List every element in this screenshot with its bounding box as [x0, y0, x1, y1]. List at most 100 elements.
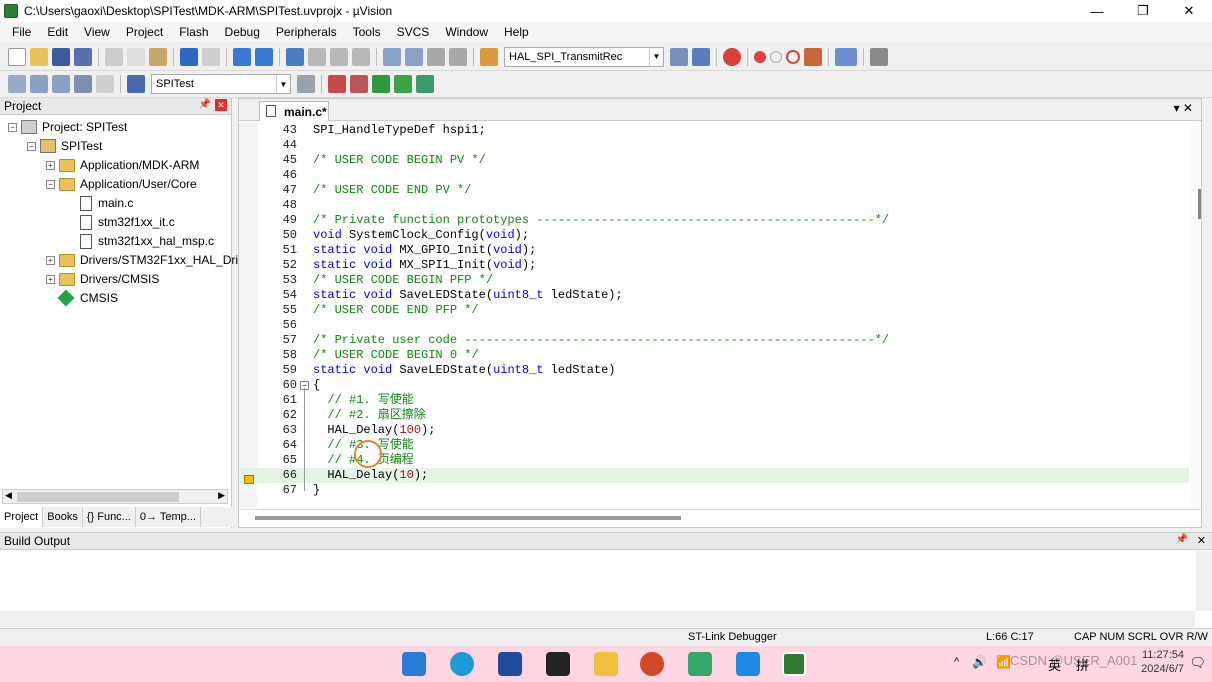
minimize-button[interactable]: —: [1074, 0, 1120, 22]
pack-installer-icon[interactable]: [372, 75, 390, 93]
tab-templates[interactable]: 0→ Temp...: [136, 507, 201, 527]
tree-file-it-c[interactable]: stm32f1xx_it.c: [80, 213, 175, 231]
menu-peripherals[interactable]: Peripherals: [268, 25, 345, 39]
open-file-icon[interactable]: [30, 47, 48, 66]
scroll-left-icon[interactable]: ◀: [5, 490, 12, 501]
maximize-button[interactable]: ❐: [1120, 0, 1166, 22]
powerpoint-icon[interactable]: [640, 652, 664, 676]
tree-toggle[interactable]: +: [46, 255, 55, 265]
save-all-icon[interactable]: [74, 47, 92, 66]
system-clock[interactable]: 11:27:54 2024/6/7: [1141, 648, 1184, 676]
build-horizontal-scrollbar[interactable]: [0, 611, 1195, 627]
scroll-thumb[interactable]: [17, 492, 179, 502]
build-output-text[interactable]: [4, 553, 1192, 609]
run-time-environment-icon[interactable]: [416, 75, 434, 93]
edge-browser-icon[interactable]: [450, 652, 474, 676]
menu-help[interactable]: Help: [496, 25, 537, 39]
tree-toggle[interactable]: −: [8, 122, 17, 132]
close-button[interactable]: ✕: [1166, 0, 1212, 22]
config-icon[interactable]: [804, 47, 822, 66]
unindent-icon[interactable]: [405, 47, 423, 66]
close-icon[interactable]: ✕: [215, 99, 227, 111]
tree-toggle[interactable]: −: [46, 179, 55, 189]
bookmark-icon[interactable]: [286, 47, 304, 66]
file-explorer-icon[interactable]: [594, 652, 618, 676]
project-horizontal-scrollbar[interactable]: ◀ ▶: [2, 489, 228, 504]
speaker-icon[interactable]: 🔊: [972, 655, 987, 669]
tree-cmsis-component[interactable]: CMSIS: [57, 289, 118, 307]
scroll-thumb[interactable]: [255, 516, 681, 520]
paste-icon[interactable]: [149, 47, 167, 66]
tree-group-user-core[interactable]: − Application/User/Core: [46, 175, 197, 193]
wifi-icon[interactable]: 📶: [996, 655, 1011, 669]
save-icon[interactable]: [52, 47, 70, 66]
find-icon[interactable]: [670, 47, 688, 66]
tree-file-main-c[interactable]: main.c: [80, 194, 133, 212]
menu-svcs[interactable]: SVCS: [389, 25, 438, 39]
tab-books[interactable]: Books: [43, 507, 83, 527]
editor-vertical-scrollbar[interactable]: [1191, 123, 1201, 513]
redo-icon[interactable]: [202, 47, 220, 66]
navigate-forward-icon[interactable]: [255, 47, 273, 66]
camera-app-icon[interactable]: [546, 652, 570, 676]
pin-icon[interactable]: 📌: [199, 99, 211, 110]
menu-window[interactable]: Window: [437, 25, 496, 39]
menu-edit[interactable]: Edit: [39, 25, 76, 39]
tray-chevron-up-icon[interactable]: ^: [954, 656, 959, 668]
download-icon[interactable]: [127, 75, 145, 93]
chevron-down-icon[interactable]: ▼: [276, 75, 290, 93]
target-combo[interactable]: SPITest ▼: [151, 74, 291, 94]
translate-icon[interactable]: [8, 75, 26, 93]
tree-toggle[interactable]: −: [27, 141, 36, 151]
screen-recorder-icon[interactable]: [736, 652, 760, 676]
clear-bookmarks-icon[interactable]: [352, 47, 370, 66]
tree-toggle[interactable]: +: [46, 274, 55, 284]
breakpoint-icon[interactable]: [754, 50, 766, 63]
menu-tools[interactable]: Tools: [345, 25, 389, 39]
cut-icon[interactable]: [105, 47, 123, 66]
chevron-down-icon[interactable]: ▼: [649, 47, 663, 66]
find-in-files-icon[interactable]: [480, 47, 498, 66]
tree-project-root[interactable]: − Project: SPITest: [8, 118, 127, 136]
rebuild-icon[interactable]: [52, 75, 70, 93]
scroll-right-icon[interactable]: ▶: [218, 490, 225, 501]
kill-breakpoints-icon[interactable]: [786, 49, 800, 64]
find-combo[interactable]: HAL_SPI_TransmitRec ▼: [504, 46, 664, 67]
notes-app-icon[interactable]: [688, 652, 712, 676]
tab-main-c[interactable]: main.c*: [259, 101, 329, 121]
tab-controls[interactable]: ▾ ✕: [1174, 101, 1193, 115]
start-icon[interactable]: [402, 652, 426, 676]
tab-functions[interactable]: {} Func...: [83, 507, 136, 527]
build-vertical-scrollbar[interactable]: [1196, 551, 1212, 611]
undo-icon[interactable]: [180, 47, 198, 66]
stop-build-icon[interactable]: [96, 75, 114, 93]
comment-icon[interactable]: [427, 47, 445, 66]
tree-group-cmsis-driver[interactable]: + Drivers/CMSIS: [46, 270, 159, 288]
tree-target[interactable]: − SPITest: [27, 137, 102, 155]
navigate-back-icon[interactable]: [233, 47, 251, 66]
tab-project[interactable]: Project: [0, 507, 44, 527]
manage-components-icon[interactable]: [328, 75, 346, 93]
disable-breakpoint-icon[interactable]: [770, 50, 782, 63]
indent-icon[interactable]: [383, 47, 401, 66]
next-bookmark-icon[interactable]: [330, 47, 348, 66]
tree-group-hal-driver[interactable]: + Drivers/STM32F1xx_HAL_Driv: [46, 251, 244, 269]
menu-flash[interactable]: Flash: [171, 25, 216, 39]
target-options-icon[interactable]: [297, 75, 315, 93]
notification-icon[interactable]: 🗨: [1189, 655, 1206, 671]
select-software-packs-icon[interactable]: [394, 75, 412, 93]
tree-group-mdk-arm[interactable]: + Application/MDK-ARM: [46, 156, 199, 174]
tree-toggle[interactable]: +: [46, 160, 55, 170]
copy-icon[interactable]: [127, 47, 145, 66]
menu-debug[interactable]: Debug: [217, 25, 268, 39]
whiteboard-icon[interactable]: [498, 652, 522, 676]
file-extensions-icon[interactable]: [350, 75, 368, 93]
uvision-taskbar-icon[interactable]: [782, 652, 806, 676]
pin-icon[interactable]: 📌: [1176, 534, 1188, 545]
wrench-icon[interactable]: [870, 47, 888, 66]
close-icon[interactable]: ✕: [1197, 534, 1206, 547]
incremental-find-icon[interactable]: [692, 47, 710, 66]
debug-start-icon[interactable]: [723, 47, 741, 66]
tree-file-msp-c[interactable]: stm32f1xx_hal_msp.c: [80, 232, 214, 250]
editor-horizontal-scrollbar[interactable]: [239, 509, 1201, 527]
